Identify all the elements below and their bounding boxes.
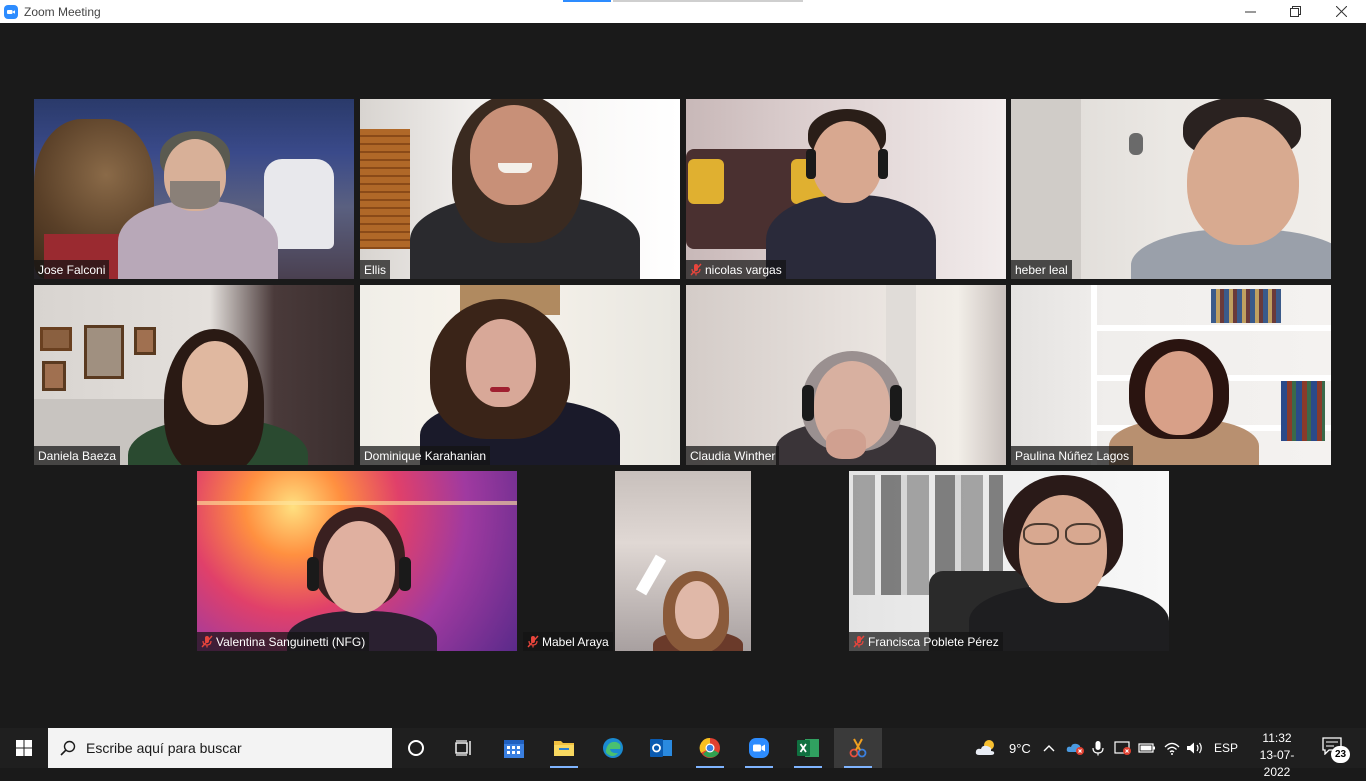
chevron-up-icon [1043,745,1055,752]
cortana-circle-icon [408,740,424,756]
video-tile-dominique-karahanian[interactable]: Dominique Karahanian [360,285,680,465]
scissors-icon [849,738,867,758]
microphone-icon [1092,741,1104,756]
video-tile-claudia-winther[interactable]: Claudia Winther [686,285,1006,465]
calendar-icon [504,740,524,758]
battery-icon [1138,743,1155,753]
screen-share-icon [1114,741,1131,755]
zoom-app-button[interactable] [735,728,783,768]
muted-microphone-icon [527,635,539,648]
video-tile-daniela-baeza[interactable]: Daniela Baeza [34,285,354,465]
weather-widget[interactable]: 9°C [975,728,1031,768]
clock-time: 11:32 [1262,731,1292,745]
participant-name-tag: Daniela Baeza [34,446,121,465]
muted-microphone-icon [853,635,865,648]
input-language-indicator[interactable]: ESP [1214,728,1238,768]
search-icon [60,740,76,756]
chrome-browser-button[interactable] [686,728,734,768]
video-tile-heber-leal[interactable]: heber leal [1011,99,1331,279]
clock-date: 13-07-2022 [1259,748,1295,779]
close-button[interactable] [1318,0,1364,23]
restore-icon [1289,6,1301,17]
zoom-icon [749,738,769,758]
volume-status[interactable] [1186,728,1204,768]
excel-icon [797,739,819,757]
search-placeholder: Escribe aquí para buscar [86,740,242,756]
participant-name-tag: Mabel Araya [523,632,613,651]
language-code: ESP [1214,741,1239,755]
task-view-icon [455,740,471,756]
battery-status[interactable] [1138,728,1156,768]
zoom-logo-icon [4,4,18,19]
wifi-status[interactable] [1164,728,1180,768]
participant-name-tag: Claudia Winther [686,446,780,465]
participant-name-tag: Paulina Núñez Lagos [1011,446,1134,465]
task-view-button[interactable] [440,728,488,768]
participant-name-tag: heber leal [1011,260,1072,279]
restore-button[interactable] [1272,0,1318,23]
weather-temperature: 9°C [1009,740,1031,756]
file-explorer-button[interactable] [540,728,588,768]
minimize-button[interactable] [1227,0,1273,23]
close-icon [1335,6,1347,17]
participant-name-tag: Francisca Poblete Pérez [849,632,1003,651]
minimize-icon [1244,11,1256,13]
video-tile-ellis[interactable]: Ellis [360,99,680,279]
outlook-button[interactable] [637,728,685,768]
show-hidden-icons-button[interactable] [1042,728,1056,768]
partly-cloudy-icon [975,740,995,755]
video-gallery: Jose Falconi Ellis nicolas vargas heber … [0,23,1366,727]
cortana-button[interactable] [392,728,440,768]
participant-name-tag: Ellis [360,260,391,279]
onedrive-status[interactable] [1066,728,1086,768]
participant-name-tag: Jose Falconi [34,260,110,279]
edge-icon [603,738,623,758]
video-tile-nicolas-vargas[interactable]: nicolas vargas [686,99,1006,279]
notification-count-badge: 23 [1331,746,1350,763]
excel-button[interactable] [784,728,832,768]
onedrive-error-icon [1066,743,1084,755]
video-tile-jose-falconi[interactable]: Jose Falconi [34,99,354,279]
display-settings-status[interactable] [1114,728,1132,768]
view-indicator [563,0,803,2]
video-tile-francisca-poblete-perez[interactable]: Francisca Poblete Pérez [849,471,1169,651]
muted-microphone-icon [201,635,213,648]
microphone-status[interactable] [1092,728,1104,768]
chrome-icon [699,737,720,758]
participant-name-tag: Valentina Sanguinetti (NFG) [197,632,370,651]
participant-name-tag: nicolas vargas [686,260,786,279]
folder-icon [554,741,574,756]
speaker-volume-icon [1187,742,1202,754]
video-tile-paulina-nunez-lagos[interactable]: Paulina Núñez Lagos [1011,285,1331,465]
edge-browser-button[interactable] [589,728,637,768]
start-button[interactable] [0,728,48,768]
window-title: Zoom Meeting [24,4,101,19]
video-tile-mabel-araya[interactable]: Mabel Araya [523,471,843,651]
calendar-app-button[interactable] [490,728,538,768]
outlook-icon [650,739,672,757]
taskbar-clock[interactable]: 11:32 13-07-2022 [1247,730,1307,781]
video-tile-valentina-sanguinetti[interactable]: Valentina Sanguinetti (NFG) [197,471,517,651]
title-bar: Zoom Meeting [0,0,1366,23]
windows-logo-icon [16,740,32,756]
wifi-icon [1164,742,1180,755]
snipping-tool-button[interactable] [834,728,882,768]
muted-microphone-icon [690,263,702,276]
taskbar-search-box[interactable]: Escribe aquí para buscar [48,728,392,768]
participant-name-tag: Dominique Karahanian [360,446,491,465]
